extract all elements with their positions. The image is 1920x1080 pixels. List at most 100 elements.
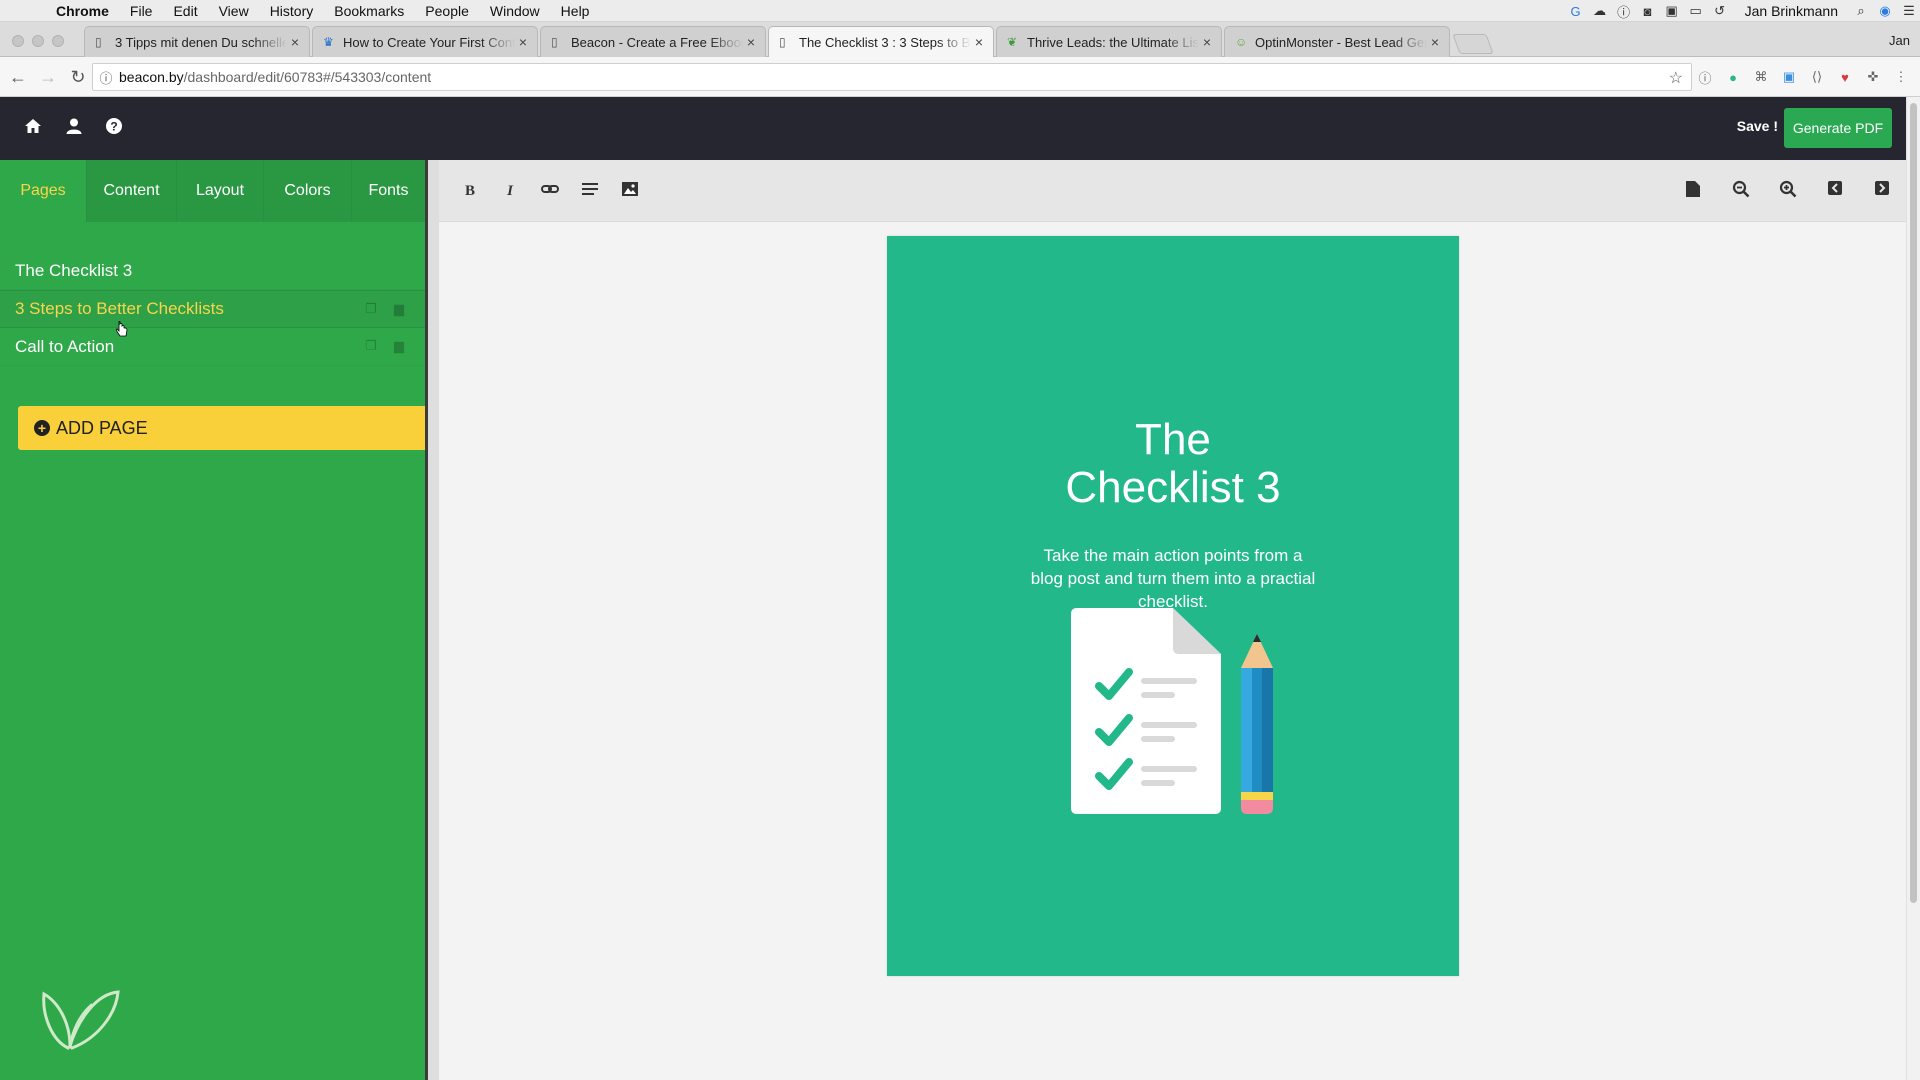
tab-title: How to Create Your First Conte <box>343 34 515 50</box>
menu-edit[interactable]: Edit <box>173 3 197 19</box>
tab-title: The Checklist 3 : 3 Steps to Be <box>799 34 971 50</box>
close-icon[interactable]: × <box>287 34 303 50</box>
extension-icon[interactable]: ⌘ <box>1750 66 1772 88</box>
address-bar[interactable]: ⓘ beacon.by/dashboard/edit/60783#/543303… <box>92 63 1692 91</box>
close-icon[interactable]: × <box>1427 34 1443 50</box>
screen-icon[interactable]: ▣ <box>1661 0 1683 22</box>
browser-tab[interactable]: ❦ Thrive Leads: the Ultimate List × <box>996 26 1222 57</box>
forward-arrow-icon[interactable]: → <box>36 65 60 89</box>
browser-tab[interactable]: ☺ OptinMonster - Best Lead Gen × <box>1224 26 1450 57</box>
tab-pages[interactable]: Pages <box>0 160 87 222</box>
tab-list: ▯ 3 Tipps mit denen Du schnelle × ♛ How … <box>84 26 1494 57</box>
page-list-item[interactable]: The Checklist 3 <box>0 252 425 290</box>
generate-pdf-button[interactable]: Generate PDF <box>1784 108 1892 148</box>
page-preview[interactable]: The Checklist 3 Take the main action poi… <box>887 236 1459 976</box>
trash-icon[interactable]: ▆ <box>391 301 407 317</box>
browser-tab[interactable]: ♛ How to Create Your First Conte × <box>312 26 538 57</box>
browser-tab[interactable]: ▯ Beacon - Create a Free Ebook × <box>540 26 766 57</box>
extension-icon[interactable]: ● <box>1722 66 1744 88</box>
previous-page-icon[interactable] <box>1824 180 1846 202</box>
page-list-item-selected[interactable]: 3 Steps to Better Checklists ❐ ▆ <box>0 290 425 328</box>
save-button[interactable]: Save ! <box>1737 118 1778 134</box>
spotlight-icon[interactable]: ⌕ <box>1850 0 1872 22</box>
link-icon[interactable] <box>539 180 561 202</box>
tab-title: Beacon - Create a Free Ebook <box>571 34 743 50</box>
bold-button[interactable]: B <box>459 180 481 202</box>
url-host: beacon.by <box>119 69 184 85</box>
close-icon[interactable]: × <box>743 34 759 50</box>
extension-icon[interactable]: ⓘ <box>1694 66 1716 88</box>
menu-history[interactable]: History <box>270 3 314 19</box>
user-icon[interactable] <box>62 117 86 141</box>
title-line: The <box>1135 415 1211 464</box>
time-machine-icon[interactable]: ↺ <box>1709 0 1731 22</box>
window-controls <box>12 35 64 47</box>
tab-layout[interactable]: Layout <box>177 160 264 222</box>
app-icon[interactable]: ◙ <box>1637 0 1659 22</box>
menu-people[interactable]: People <box>425 3 469 19</box>
bookmark-star-icon[interactable]: ☆ <box>1669 68 1683 88</box>
help-icon[interactable]: ? <box>102 117 126 141</box>
duplicate-icon[interactable]: ❐ <box>363 338 379 354</box>
page-item-actions: ❐ ▆ <box>363 301 407 317</box>
extension-icon[interactable]: ♥ <box>1834 66 1856 88</box>
tab-colors[interactable]: Colors <box>264 160 352 222</box>
notification-center-icon[interactable]: ☰ <box>1898 0 1920 22</box>
menu-view[interactable]: View <box>219 3 249 19</box>
next-page-icon[interactable] <box>1871 180 1893 202</box>
page-title[interactable]: The Checklist 3 <box>887 416 1459 512</box>
cloud-icon[interactable]: ☁ <box>1589 0 1611 22</box>
page-subtitle[interactable]: Take the main action points from a blog … <box>1027 544 1319 613</box>
page-scrollbar[interactable] <box>1906 97 1920 1080</box>
zoom-out-icon[interactable] <box>1730 180 1752 202</box>
close-icon[interactable]: × <box>1199 34 1215 50</box>
reload-icon[interactable]: ↻ <box>66 65 90 89</box>
menu-chrome[interactable]: Chrome <box>56 3 109 19</box>
browser-tab-active[interactable]: ▯ The Checklist 3 : 3 Steps to Be × <box>768 26 994 57</box>
close-icon[interactable]: × <box>971 34 987 50</box>
title-line: Checklist 3 <box>1065 463 1281 512</box>
add-page-button[interactable]: + ADD PAGE <box>18 406 425 450</box>
sync-icon[interactable]: G <box>1565 0 1587 22</box>
panel-splitter[interactable] <box>425 160 439 1080</box>
siri-icon[interactable]: ◉ <box>1874 0 1896 22</box>
menu-bookmarks[interactable]: Bookmarks <box>334 3 404 19</box>
scrollbar-thumb[interactable] <box>1910 103 1917 903</box>
puzzle-icon[interactable]: ✜ <box>1862 66 1884 88</box>
page-icon[interactable] <box>1682 180 1704 202</box>
back-arrow-icon[interactable]: ← <box>6 65 30 89</box>
page-list: The Checklist 3 3 Steps to Better Checkl… <box>0 252 425 366</box>
extension-icon[interactable]: ⟨⟩ <box>1806 66 1828 88</box>
info-icon[interactable]: ⓘ <box>93 68 119 87</box>
close-icon[interactable]: × <box>515 34 531 50</box>
password-icon[interactable]: ⓘ <box>1613 0 1635 22</box>
page-item-label: The Checklist 3 <box>15 260 133 280</box>
close-window-button[interactable] <box>12 35 24 47</box>
menu-file[interactable]: File <box>130 3 153 19</box>
airplay-icon[interactable]: ▭ <box>1685 0 1707 22</box>
menu-window[interactable]: Window <box>490 3 540 19</box>
tab-content[interactable]: Content <box>87 160 177 222</box>
menubar-user[interactable]: Jan Brinkmann <box>1745 3 1838 19</box>
menu-help[interactable]: Help <box>561 3 590 19</box>
tab-fonts[interactable]: Fonts <box>352 160 425 222</box>
butterfly-logo-icon <box>42 990 120 1050</box>
home-icon[interactable] <box>21 117 45 141</box>
mouse-cursor-icon <box>116 321 128 337</box>
extension-icon[interactable]: ▣ <box>1778 66 1800 88</box>
trash-icon[interactable]: ▆ <box>391 338 407 354</box>
browser-tab[interactable]: ▯ 3 Tipps mit denen Du schnelle × <box>84 26 310 57</box>
document-icon: ▯ <box>551 35 558 49</box>
duplicate-icon[interactable]: ❐ <box>363 301 379 317</box>
image-icon[interactable] <box>619 180 641 202</box>
url-path: /dashboard/edit/60783#/543303/content <box>183 69 432 85</box>
zoom-window-button[interactable] <box>52 35 64 47</box>
minimize-window-button[interactable] <box>32 35 44 47</box>
profile-button[interactable]: Jan <box>1889 33 1910 48</box>
more-menu-icon[interactable]: ⋮ <box>1890 66 1912 88</box>
new-tab-button[interactable] <box>1452 34 1494 54</box>
zoom-in-icon[interactable] <box>1777 180 1799 202</box>
page-list-item[interactable]: Call to Action ❐ ▆ <box>0 328 425 366</box>
italic-button[interactable]: I <box>499 180 521 202</box>
align-icon[interactable] <box>579 180 601 202</box>
